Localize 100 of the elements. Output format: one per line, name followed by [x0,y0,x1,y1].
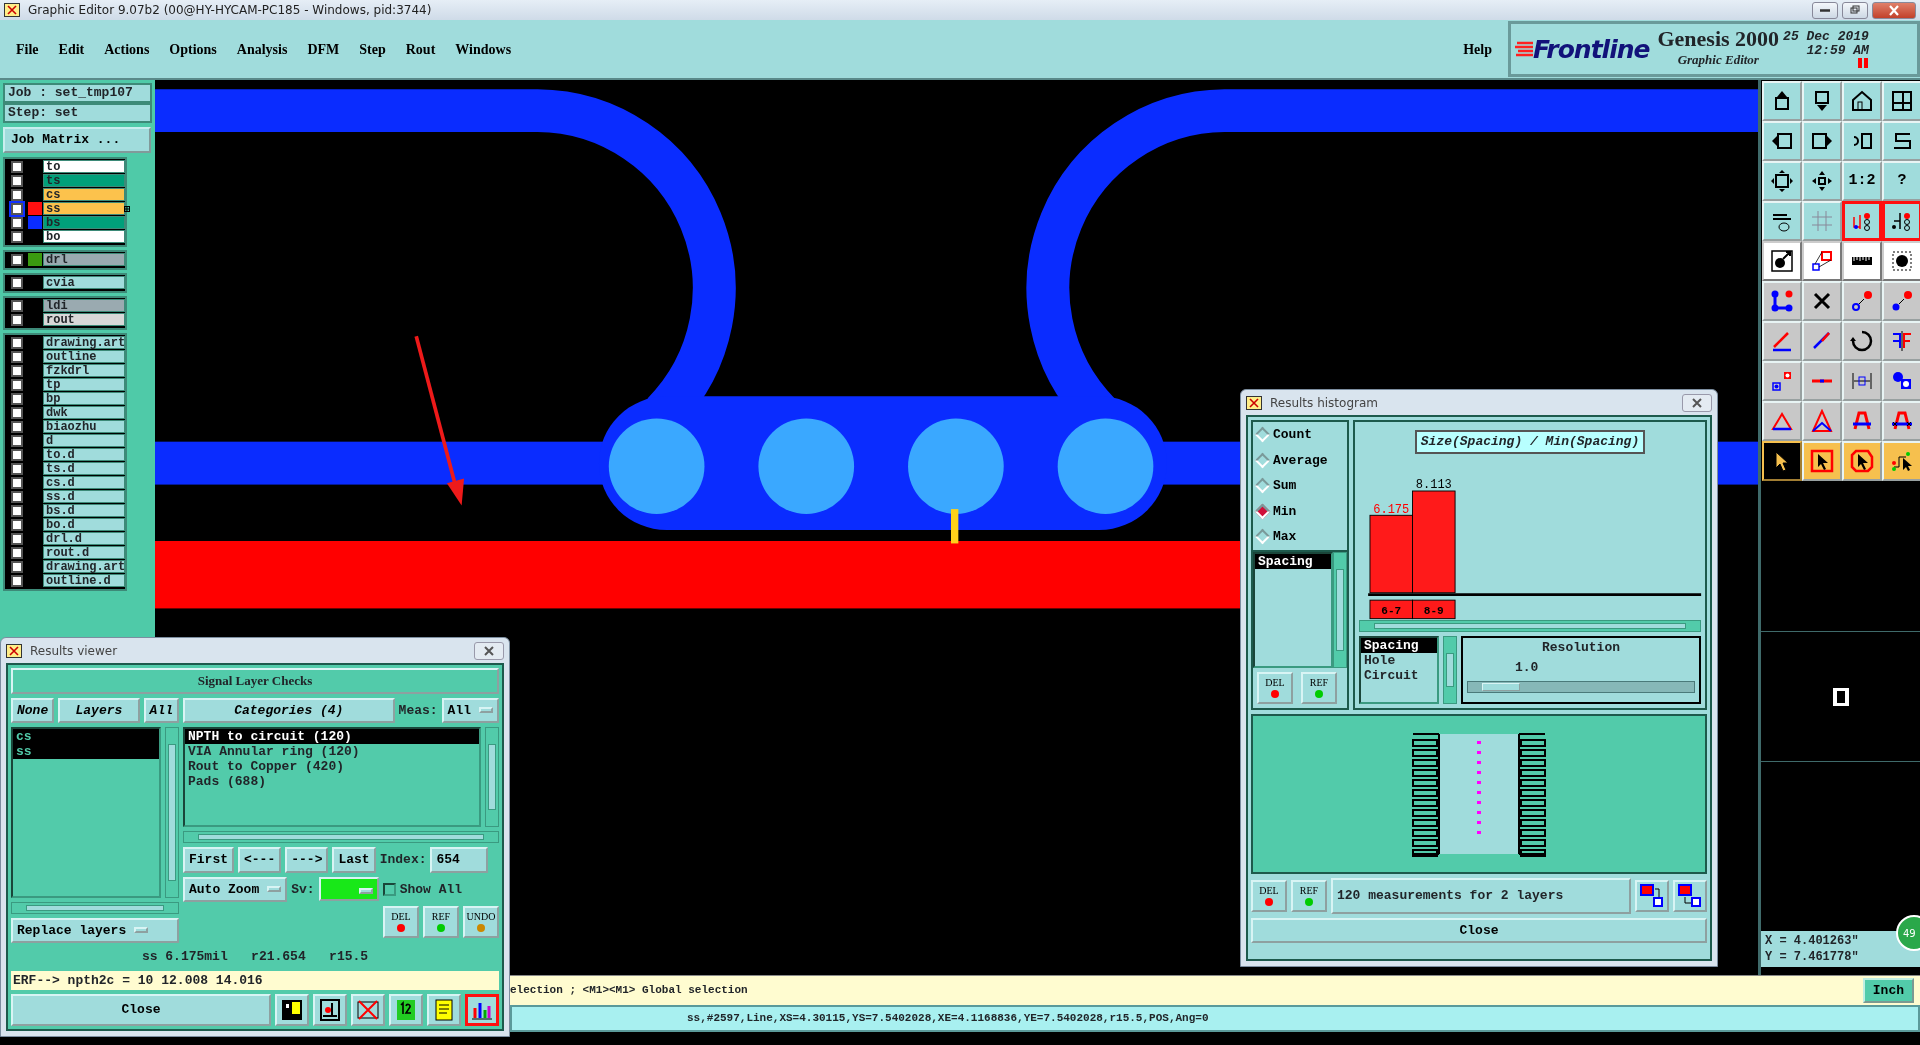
menu-item[interactable]: Windows [447,38,520,60]
category-item[interactable]: Pads (688) [185,774,479,789]
menu-item[interactable]: Analysis [228,38,296,60]
close-button[interactable] [1682,393,1712,412]
layer-name[interactable]: drl [43,253,125,266]
undo-button[interactable]: UNDO [463,906,499,938]
close-button[interactable]: Close [11,994,271,1026]
layer-name[interactable]: bo [43,230,125,243]
layer-checkbox[interactable] [11,518,23,531]
layer-name[interactable]: bo.d [43,518,125,531]
layer-checkbox[interactable] [11,253,23,266]
vertical-scrollbar[interactable] [1333,551,1347,668]
layer-checkbox[interactable] [11,406,23,419]
toolbar-button[interactable]: 1:2 [1842,161,1882,201]
layer-name[interactable]: drawing.art [43,336,125,349]
refresh-button[interactable]: REF [423,906,459,938]
layer-name[interactable]: cvia [43,276,125,289]
menu-item[interactable]: Step [351,38,394,60]
layer-checkbox[interactable] [11,276,23,289]
layer-checkbox[interactable] [11,490,23,503]
refresh-button[interactable]: REF [1301,672,1337,704]
slider-thumb[interactable] [1481,683,1520,691]
meas-dropdown[interactable]: All [441,697,499,723]
mode-radio[interactable]: Max [1253,524,1347,550]
help-menu[interactable]: Help [1455,38,1500,60]
toolbar-button[interactable] [1842,241,1882,281]
layer-checkbox[interactable] [11,504,23,517]
layer-name[interactable]: ts [43,174,125,187]
layer-name[interactable]: ldi [43,299,125,312]
vertical-scrollbar[interactable] [165,727,179,898]
vertical-scrollbar[interactable] [1443,636,1457,704]
layer-checkbox[interactable] [11,448,23,461]
layer-name[interactable]: fzkdrl [43,364,125,377]
layer-name[interactable]: drawing.art [43,560,125,573]
layer-name[interactable]: cs [43,188,125,201]
layer-checkbox[interactable] [11,420,23,433]
layer-checkbox[interactable] [11,313,23,326]
show-all-checkbox[interactable] [382,882,396,896]
layer-filter-button[interactable]: Layers [58,697,140,723]
navigation-button[interactable]: <--- [238,847,282,873]
type-list-item[interactable]: Spacing [1255,553,1331,569]
kind-list-item[interactable]: Spacing [1361,638,1437,653]
layer-name[interactable]: rout.d [43,546,125,559]
layer-checkbox[interactable] [11,392,23,405]
toolbar-button[interactable]: ? [1882,161,1920,201]
auto-zoom-dropdown[interactable]: Auto Zoom [183,876,288,902]
category-item[interactable]: NPTH to circuit (120) [185,729,479,744]
close-button[interactable] [474,641,504,660]
layer-checkbox[interactable] [11,560,23,573]
layer-checkbox[interactable] [11,350,23,363]
layer-name[interactable]: biaozhu [43,420,125,433]
layer-name[interactable]: d [43,434,125,447]
layer-checkbox[interactable] [11,299,23,312]
horizontal-scrollbar[interactable] [11,901,179,914]
job-matrix-button[interactable]: Job Matrix ... [3,127,151,153]
layer-checkbox[interactable] [11,202,23,215]
layer-name[interactable]: rout [43,313,125,326]
layer-name[interactable]: outline [43,350,125,363]
layer-checkbox[interactable] [11,462,23,475]
layer-list-item[interactable]: ss [13,744,159,759]
navigation-button[interactable]: ---> [285,847,329,873]
toolbar-button[interactable] [1882,201,1920,241]
horizontal-scrollbar[interactable] [1359,620,1701,632]
close-button[interactable]: Close [1251,917,1707,943]
layer-checkbox[interactable] [11,574,23,587]
layer-name[interactable]: bp [43,392,125,405]
restore-button[interactable] [1842,1,1868,19]
toolbar-button[interactable] [1802,241,1842,281]
vertical-scrollbar[interactable] [485,727,499,827]
mode-radio[interactable]: Count [1253,422,1347,448]
menu-item[interactable]: File [8,38,47,60]
toolbar-button[interactable] [1762,241,1802,281]
layer-checkbox[interactable] [11,230,23,243]
delete-button[interactable]: DEL [1257,672,1293,704]
kind-list-item[interactable]: Circuit [1361,668,1437,683]
category-item[interactable]: VIA Annular ring (120) [185,744,479,759]
categories-button[interactable]: Categories (4) [183,697,395,723]
menu-item[interactable]: DFM [299,38,348,60]
layer-checkbox[interactable] [11,364,23,377]
delete-button[interactable]: DEL [1251,879,1287,912]
layer-name[interactable]: ss [43,202,125,215]
layer-checkbox[interactable] [11,188,23,201]
navigation-button[interactable]: First [183,847,234,873]
layer-filter-button[interactable]: None [11,697,55,723]
refresh-button[interactable]: REF [1291,879,1327,912]
toolbar-button[interactable] [1882,241,1920,281]
layer-list-item[interactable]: cs [13,729,159,744]
layer-name[interactable]: to.d [43,448,125,461]
selection-mode-button[interactable] [1762,441,1802,481]
layer-checkbox[interactable] [11,434,23,447]
layer-checkbox[interactable] [11,546,23,559]
copy-button[interactable] [1635,879,1669,912]
layer-checkbox[interactable] [11,174,23,187]
layer-name[interactable]: outline.d [43,574,125,587]
layer-name[interactable]: tp [43,378,125,391]
layer-name[interactable]: bs [43,216,125,229]
navigation-button[interactable]: Last [332,847,376,873]
index-field[interactable]: 654 [430,847,489,873]
mode-radio[interactable]: Min [1253,498,1347,524]
layer-name[interactable]: ts.d [43,462,125,475]
